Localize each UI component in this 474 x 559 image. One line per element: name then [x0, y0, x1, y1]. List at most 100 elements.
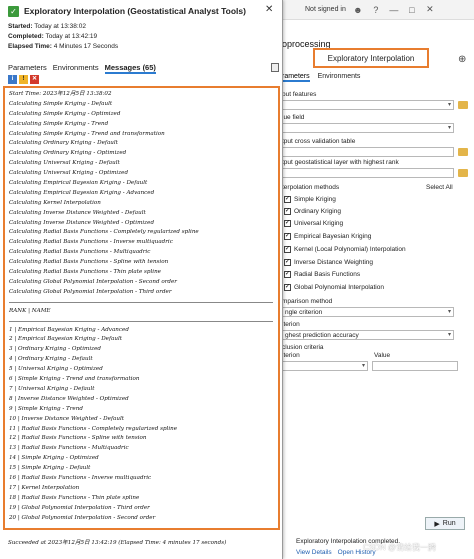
warning-filter-icon[interactable]: ! — [19, 75, 28, 84]
method-checkbox-row[interactable]: ✓ Global Polynomial Interpolation — [284, 284, 384, 291]
maximize-icon[interactable]: □ — [406, 4, 418, 16]
rank-row: 20 | Global Polynomial Interpolation - S… — [9, 514, 156, 521]
success-check-icon: ✓ — [8, 5, 19, 17]
message-line: Calculating Simple Kriging - Optimized — [9, 110, 121, 117]
browse-folder-icon[interactable] — [458, 148, 468, 156]
add-icon[interactable]: ⊕ — [458, 54, 466, 65]
view-details-link[interactable]: View Details — [296, 549, 332, 556]
tab-environments[interactable]: Environments — [53, 63, 99, 74]
messages-panel[interactable]: Start Time: 2023年12月5日 13:38:02 Calculat… — [3, 86, 280, 530]
message-line: Calculating Simple Kriging - Trend and t… — [9, 130, 165, 137]
criterion-label: iterion — [282, 321, 300, 328]
criterion-value: ghest prediction accuracy — [285, 332, 359, 339]
checkbox[interactable]: ✓ — [284, 233, 291, 240]
exclusion-criterion-select[interactable]: ▾ — [282, 361, 368, 371]
input-features-field[interactable]: ▾ — [282, 100, 454, 110]
method-checkbox-row[interactable]: ✓ Kernel (Local Polynomial) Interpolation — [284, 246, 406, 253]
rank-row: 17 | Kernel Interpolation — [9, 484, 80, 491]
message-line: Calculating Empirical Bayesian Kriging -… — [9, 180, 148, 187]
elapsed-value: 4 Minutes 17 Seconds — [53, 43, 119, 50]
rank-row: 13 | Radial Basis Functions - Multiquadr… — [9, 445, 129, 452]
gsl-label: tput geostatistical layer with highest r… — [282, 159, 399, 166]
method-label: Simple Kriging — [294, 196, 336, 203]
message-line: Calculating Radial Basis Functions - Mul… — [9, 249, 151, 256]
watermark: CSDN @请给我一腾 — [363, 543, 437, 552]
message-line: Calculating Kernel Interpolation — [9, 199, 101, 206]
print-icon[interactable] — [271, 63, 279, 72]
criterion-select[interactable]: ghest prediction accuracy ▾ — [282, 330, 454, 340]
message-line: Calculating Inverse Distance Weighted - … — [9, 219, 155, 226]
method-checkbox-row[interactable]: ✓ Simple Kriging — [284, 196, 336, 203]
method-checkbox-row[interactable]: ✓ Empirical Bayesian Kriging — [284, 233, 371, 240]
method-label: Kernel (Local Polynomial) Interpolation — [294, 246, 406, 253]
exclusion-col-criterion: iterion — [282, 352, 300, 359]
rank-row: 11 | Radial Basis Functions - Completely… — [9, 425, 178, 432]
value-field-select[interactable]: ▾ — [282, 123, 454, 133]
close-icon[interactable]: ✕ — [424, 4, 436, 16]
exclusion-col-value: Value — [374, 352, 391, 359]
close-icon[interactable]: ✕ — [265, 4, 273, 15]
rank-header: RANK | NAME — [9, 307, 51, 314]
checkbox[interactable]: ✓ — [284, 220, 291, 227]
cv-table-label: tput cross validation table — [282, 138, 356, 145]
method-label: Empirical Bayesian Kriging — [294, 233, 372, 240]
method-checkbox-row[interactable]: ✓ Ordinary Kriging — [284, 208, 341, 215]
message-line: Calculating Universal Kriging - Default — [9, 160, 120, 167]
tab-parameters[interactable]: rameters — [282, 73, 310, 82]
message-line: Calculating Radial Basis Functions - Thi… — [9, 269, 161, 276]
checkbox[interactable]: ✓ — [284, 246, 291, 253]
divider — [9, 320, 273, 322]
method-label: Universal Kriging — [294, 220, 344, 227]
window-title: Exploratory Interpolation (Geostatistica… — [24, 6, 246, 16]
divider — [9, 301, 273, 303]
run-button[interactable]: ▶ Run — [425, 517, 465, 530]
user-icon[interactable]: ☻ — [352, 4, 364, 16]
rank-row: 18 | Radial Basis Functions - Thin plate… — [9, 494, 140, 501]
checkbox[interactable]: ✓ — [284, 271, 291, 278]
error-filter-icon[interactable]: ✕ — [30, 75, 39, 84]
browse-folder-icon[interactable] — [458, 169, 468, 177]
gp-tool-title: Exploratory Interpolation — [313, 48, 429, 68]
comparison-label: mparison method — [282, 298, 333, 305]
top-bar: Not signed in ☻ ? — □ ✕ — [279, 0, 474, 20]
exclusion-value-input[interactable] — [372, 361, 458, 371]
geoprocessing-pane: Not signed in ☻ ? — □ ✕ — [278, 0, 474, 559]
gsl-field[interactable] — [282, 168, 454, 178]
checkbox[interactable]: ✓ — [284, 208, 291, 215]
cv-table-field[interactable] — [282, 147, 454, 157]
completed-value: Today at 13:42:19 — [45, 33, 98, 40]
checkbox[interactable]: ✓ — [284, 196, 291, 203]
tab-messages[interactable]: Messages (65) — [104, 63, 156, 74]
checkbox[interactable]: ✓ — [284, 284, 291, 291]
method-checkbox-row[interactable]: ✓ Universal Kriging — [284, 220, 343, 227]
sign-in-status[interactable]: Not signed in — [305, 6, 346, 13]
method-checkbox-row[interactable]: ✓ Radial Basis Functions — [284, 271, 360, 278]
select-all-link[interactable]: Select All — [426, 184, 453, 191]
info-filter-icon[interactable]: i — [8, 75, 17, 84]
rank-row: 3 | Ordinary Kriging - Optimized — [9, 346, 101, 353]
browse-folder-icon[interactable] — [458, 101, 468, 109]
rank-row: 19 | Global Polynomial Interpolation - T… — [9, 504, 150, 511]
method-label: Ordinary Kriging — [294, 208, 341, 215]
message-line: Calculating Radial Basis Functions - Com… — [9, 229, 199, 236]
run-metadata: Started: Today at 13:38:02 Completed: To… — [0, 22, 282, 52]
methods-label: terpolation methods — [282, 184, 340, 191]
tab-environments[interactable]: Environments — [318, 73, 361, 82]
comparison-select[interactable]: ngle criterion ▾ — [282, 307, 454, 317]
tool-result-window: ✓ Exploratory Interpolation (Geostatisti… — [0, 0, 283, 559]
message-line: Calculating Radial Basis Functions - Inv… — [9, 239, 173, 246]
checkbox[interactable]: ✓ — [284, 259, 291, 266]
start-time-line: Start Time: 2023年12月5日 13:38:02 — [9, 91, 112, 97]
rank-row: 14 | Simple Kriging - Optimized — [9, 455, 99, 462]
minimize-icon[interactable]: — — [388, 4, 400, 16]
rank-row: 9 | Simple Kriging - Trend — [9, 405, 83, 412]
rank-row: 2 | Empirical Bayesian Kriging - Default — [9, 336, 123, 343]
message-line: Calculating Ordinary Kriging - Optimized — [9, 150, 127, 157]
help-icon[interactable]: ? — [370, 4, 382, 16]
tab-parameters[interactable]: Parameters — [8, 63, 47, 74]
rank-row: 12 | Radial Basis Functions - Spline wit… — [9, 435, 147, 442]
succeeded-line: Succeeded at 2023年12月5日 13:42:19 (Elapse… — [8, 540, 227, 546]
rank-row: 4 | Ordinary Kriging - Default — [9, 356, 93, 363]
method-checkbox-row[interactable]: ✓ Inverse Distance Weighting — [284, 259, 373, 266]
method-label: Radial Basis Functions — [294, 271, 361, 278]
